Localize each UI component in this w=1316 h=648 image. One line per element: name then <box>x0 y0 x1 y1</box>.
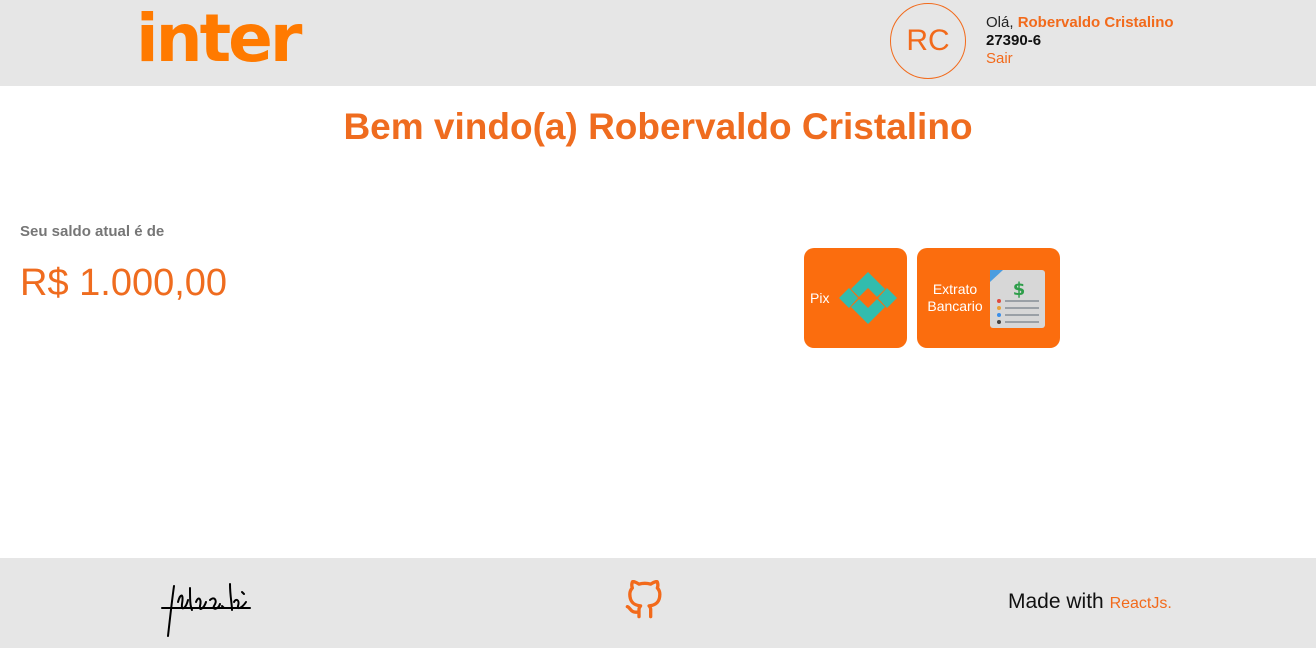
bank-statement-label-line2: Bancario <box>927 298 983 314</box>
reactjs-link[interactable]: ReactJs. <box>1110 595 1172 612</box>
pix-button-label: Pix <box>810 290 830 306</box>
signature-icon <box>160 578 254 645</box>
avatar[interactable]: RC <box>890 3 966 79</box>
logout-link[interactable]: Sair <box>986 50 1174 68</box>
made-with-credit: Made with ReactJs. <box>1008 590 1172 614</box>
page-title: Bem vindo(a) Robervaldo Cristalino <box>343 106 973 147</box>
header-bar: inter RC Olá, Robervaldo Cristalino 2739… <box>0 0 1316 86</box>
bank-statement-label-line1: Extrato <box>932 281 978 297</box>
balance-label: Seu saldo atual é de <box>20 223 165 240</box>
pix-icon <box>837 270 899 329</box>
inter-logo[interactable]: inter <box>136 0 302 82</box>
greeting-text: Olá, <box>986 14 1014 31</box>
pix-button[interactable]: Pix <box>804 248 907 348</box>
footer-bar: Made with ReactJs. <box>0 558 1316 648</box>
bank-statement-button[interactable]: Extrato Bancario $ <box>917 248 1060 348</box>
balance-value: R$ 1.000,00 <box>20 262 228 304</box>
user-info: Olá, Robervaldo Cristalino 27390-6 Sair <box>986 14 1174 68</box>
made-with-text: Made with <box>1008 590 1104 613</box>
account-number: 27390-6 <box>986 32 1042 49</box>
github-icon[interactable] <box>624 579 664 625</box>
bank-statement-label: Extrato Bancario <box>923 281 987 315</box>
user-name: Robervaldo Cristalino <box>1017 14 1174 31</box>
svg-text:$: $ <box>1013 279 1026 300</box>
bank-statement-icon: $ <box>990 268 1046 333</box>
